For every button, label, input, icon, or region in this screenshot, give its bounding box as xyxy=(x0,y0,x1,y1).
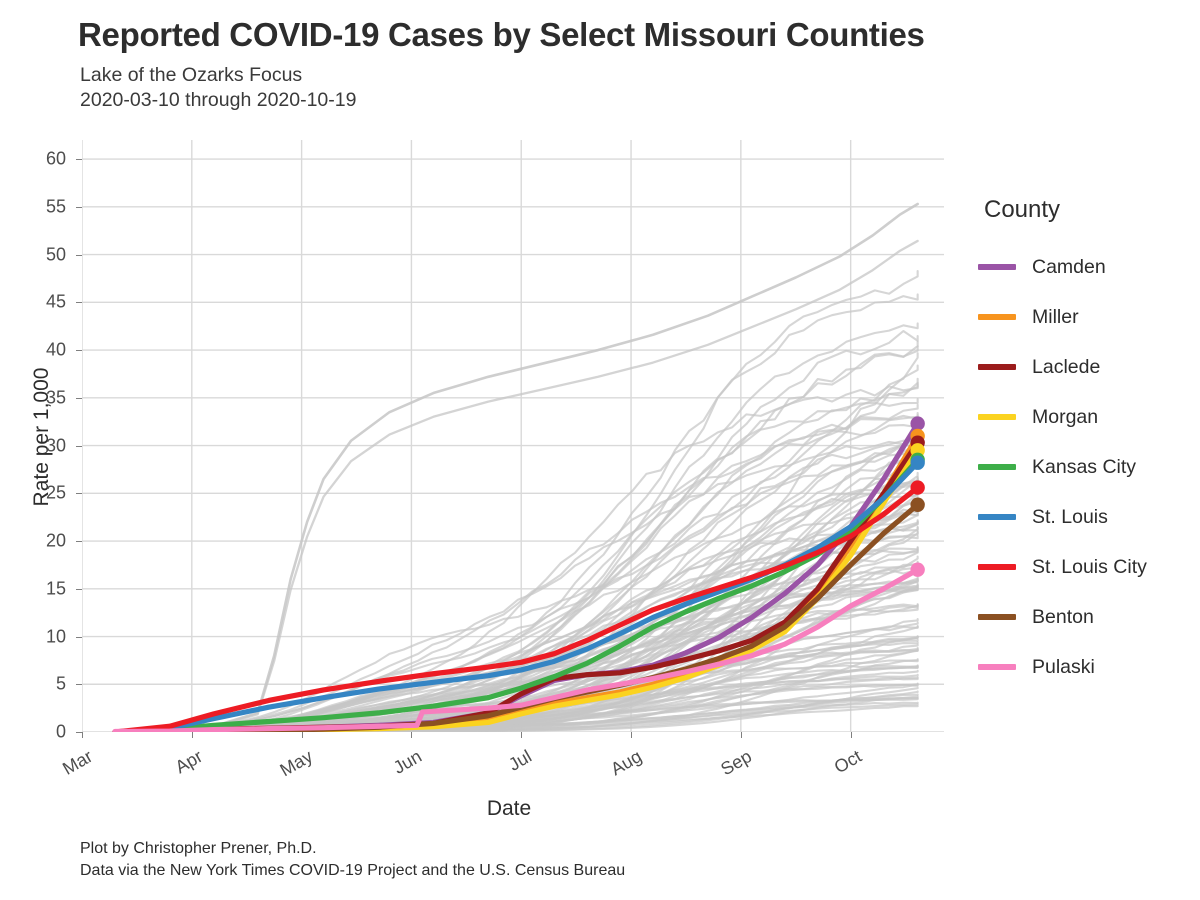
legend-item-laclede[interactable]: Laclede xyxy=(978,342,1192,392)
legend-item-label: Miller xyxy=(1032,305,1079,328)
chart-page: Reported COVID-19 Cases by Select Missou… xyxy=(0,0,1200,900)
x-tick-label: Sep xyxy=(717,746,755,780)
x-tick-mark xyxy=(82,732,83,738)
legend-swatch-icon xyxy=(978,364,1016,370)
y-tick-mark xyxy=(76,159,82,161)
y-tick-label: 50 xyxy=(45,244,66,265)
chart-caption: Plot by Christopher Prener, Ph.D. Data v… xyxy=(80,840,626,879)
y-tick-mark xyxy=(76,732,82,733)
plot-panel xyxy=(82,140,944,732)
chart-subtitle: Lake of the Ozarks Focus 2020-03-10 thro… xyxy=(80,64,357,111)
legend-swatch-icon xyxy=(978,664,1016,670)
legend-item-label: Pulaski xyxy=(1032,655,1095,678)
endpoint-camden xyxy=(910,416,925,431)
y-tick-mark xyxy=(76,684,82,686)
y-tick-mark xyxy=(76,350,82,352)
legend-swatch-icon xyxy=(978,414,1016,420)
x-tick-mark xyxy=(301,732,303,738)
y-tick-label: 10 xyxy=(45,626,66,647)
x-tick-label: Jul xyxy=(505,746,536,775)
legend-items: Camden Miller Laclede Morgan Kansas City St. … xyxy=(978,242,1192,692)
x-axis-tick-labels: Mar Apr May Jun Jul Aug Sep Oct xyxy=(59,732,944,802)
y-tick-label: 30 xyxy=(45,435,66,456)
legend-swatch-icon xyxy=(978,564,1016,570)
y-tick-mark xyxy=(76,493,82,495)
endpoint-st-louis-city xyxy=(910,480,925,495)
y-tick-mark xyxy=(76,588,82,590)
y-tick-mark xyxy=(76,541,82,543)
x-tick-mark xyxy=(850,732,852,738)
x-tick-mark xyxy=(411,732,413,738)
legend-item-st-louis-city[interactable]: St. Louis City xyxy=(978,542,1192,592)
legend-item-label: St. Louis xyxy=(1032,505,1108,528)
plot-svg xyxy=(82,140,944,732)
x-tick-label: Jun xyxy=(390,746,426,778)
y-tick-label: 0 xyxy=(55,721,66,742)
x-tick-mark xyxy=(740,732,742,738)
legend-item-label: Camden xyxy=(1032,255,1106,278)
legend-item-label: Morgan xyxy=(1032,405,1099,428)
legend-item-label: Laclede xyxy=(1032,355,1101,378)
legend-swatch-icon xyxy=(978,514,1016,520)
y-tick-label: 55 xyxy=(45,196,66,217)
y-tick-mark xyxy=(76,302,82,304)
legend-item-label: Benton xyxy=(1032,605,1094,628)
legend-item-camden[interactable]: Camden xyxy=(978,242,1192,292)
endpoint-st-louis xyxy=(910,455,925,470)
y-axis-tick-labels: 0 5 10 15 20 25 30 35 40 45 50 55 60 xyxy=(20,140,66,742)
x-tick-label: Apr xyxy=(171,746,206,778)
legend-item-label: Kansas City xyxy=(1032,455,1137,478)
y-tick-mark xyxy=(76,445,82,447)
legend-title: County xyxy=(984,196,1061,223)
background-county-lines xyxy=(116,202,919,732)
y-tick-mark xyxy=(76,206,82,208)
x-tick-mark xyxy=(191,732,193,738)
x-tick-label: May xyxy=(276,746,316,781)
legend-item-kansas-city[interactable]: Kansas City xyxy=(978,442,1192,492)
y-tick-label: 35 xyxy=(45,387,66,408)
legend-item-st-louis[interactable]: St. Louis xyxy=(978,492,1192,542)
y-tick-label: 20 xyxy=(45,530,66,551)
x-tick-mark xyxy=(631,732,633,738)
legend-swatch-icon xyxy=(978,464,1016,470)
legend-item-miller[interactable]: Miller xyxy=(978,292,1192,342)
x-tick-label: Oct xyxy=(830,746,865,778)
x-tick-label: Mar xyxy=(59,746,96,779)
legend: County Camden Miller Laclede Morgan Kansas C… xyxy=(978,196,1192,692)
endpoint-pulaski xyxy=(910,562,925,577)
y-tick-label: 45 xyxy=(45,291,66,312)
legend-item-pulaski[interactable]: Pulaski xyxy=(978,642,1192,692)
y-tick-label: 15 xyxy=(45,578,66,599)
y-tick-label: 5 xyxy=(55,673,66,694)
legend-swatch-icon xyxy=(978,614,1016,620)
legend-item-morgan[interactable]: Morgan xyxy=(978,392,1192,442)
y-tick-label: 25 xyxy=(45,482,66,503)
legend-swatch-icon xyxy=(978,314,1016,320)
y-tick-label: 40 xyxy=(45,339,66,360)
x-tick-label: Aug xyxy=(607,746,646,780)
y-tick-mark xyxy=(76,254,82,256)
legend-swatch-icon xyxy=(978,264,1016,270)
y-tick-mark xyxy=(76,397,82,399)
legend-item-benton[interactable]: Benton xyxy=(978,592,1192,642)
x-tick-mark xyxy=(521,732,523,738)
page-title: Reported COVID-19 Cases by Select Missou… xyxy=(78,16,925,53)
y-tick-label: 60 xyxy=(45,148,66,169)
endpoint-benton xyxy=(910,497,925,512)
y-tick-mark xyxy=(76,636,82,638)
legend-item-label: St. Louis City xyxy=(1032,555,1147,578)
